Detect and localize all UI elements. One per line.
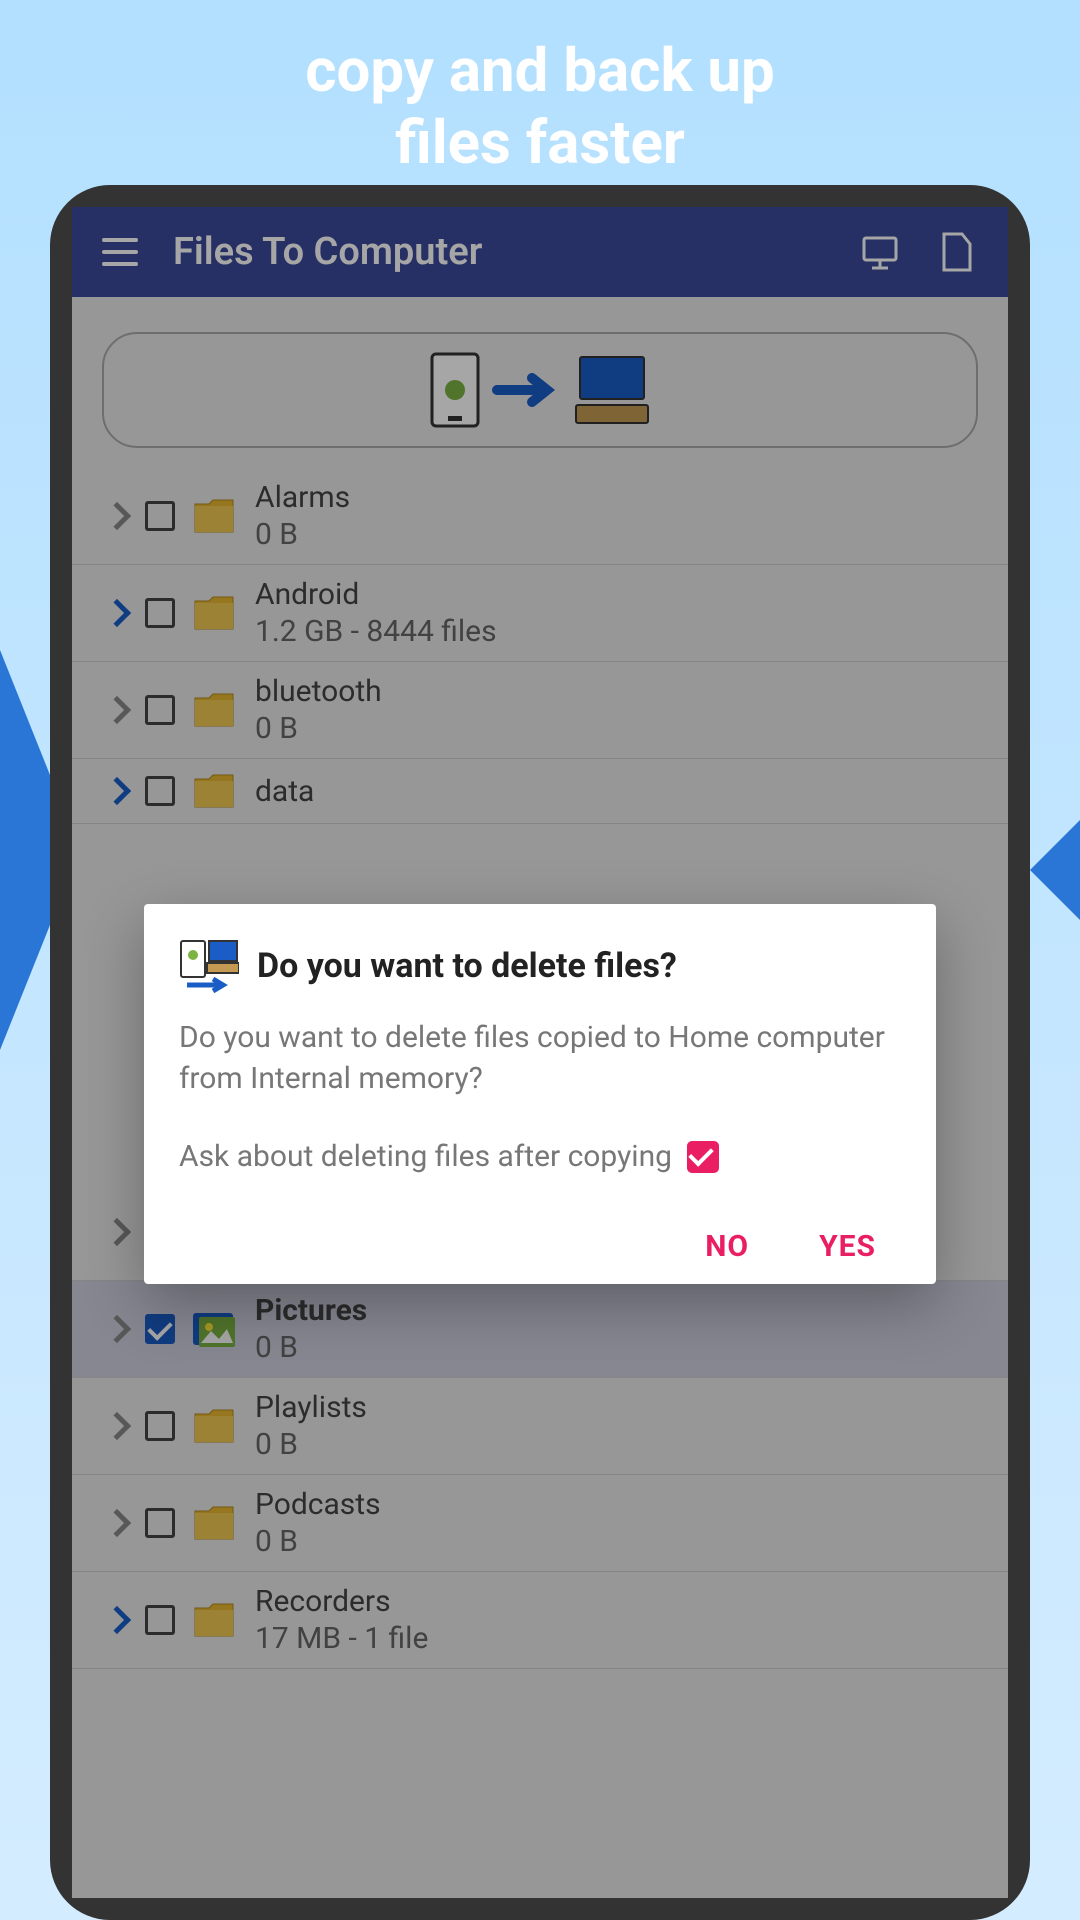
dialog-title: Do you want to delete files? xyxy=(257,946,677,986)
app-screen: Files To Computer Alarms 0 B xyxy=(72,207,1008,1898)
delete-dialog: Do you want to delete files? Do you want… xyxy=(144,904,936,1284)
promo-line-1: copy and back up xyxy=(305,35,775,106)
dialog-transfer-icon xyxy=(179,939,239,993)
yes-button[interactable]: YES xyxy=(819,1229,876,1264)
phone-frame: Files To Computer Alarms 0 B xyxy=(50,185,1030,1920)
promo-headline: copy and back up files faster xyxy=(0,0,1080,209)
promo-line-2: files faster xyxy=(395,107,685,178)
no-button[interactable]: NO xyxy=(705,1229,749,1264)
dialog-option-checkbox[interactable] xyxy=(687,1141,719,1173)
dialog-body: Do you want to delete files copied to Ho… xyxy=(179,1018,901,1099)
dialog-option-label: Ask about deleting files after copying xyxy=(179,1139,672,1174)
decorative-triangle-right xyxy=(1030,820,1080,920)
dialog-option-row[interactable]: Ask about deleting files after copying xyxy=(179,1139,901,1174)
